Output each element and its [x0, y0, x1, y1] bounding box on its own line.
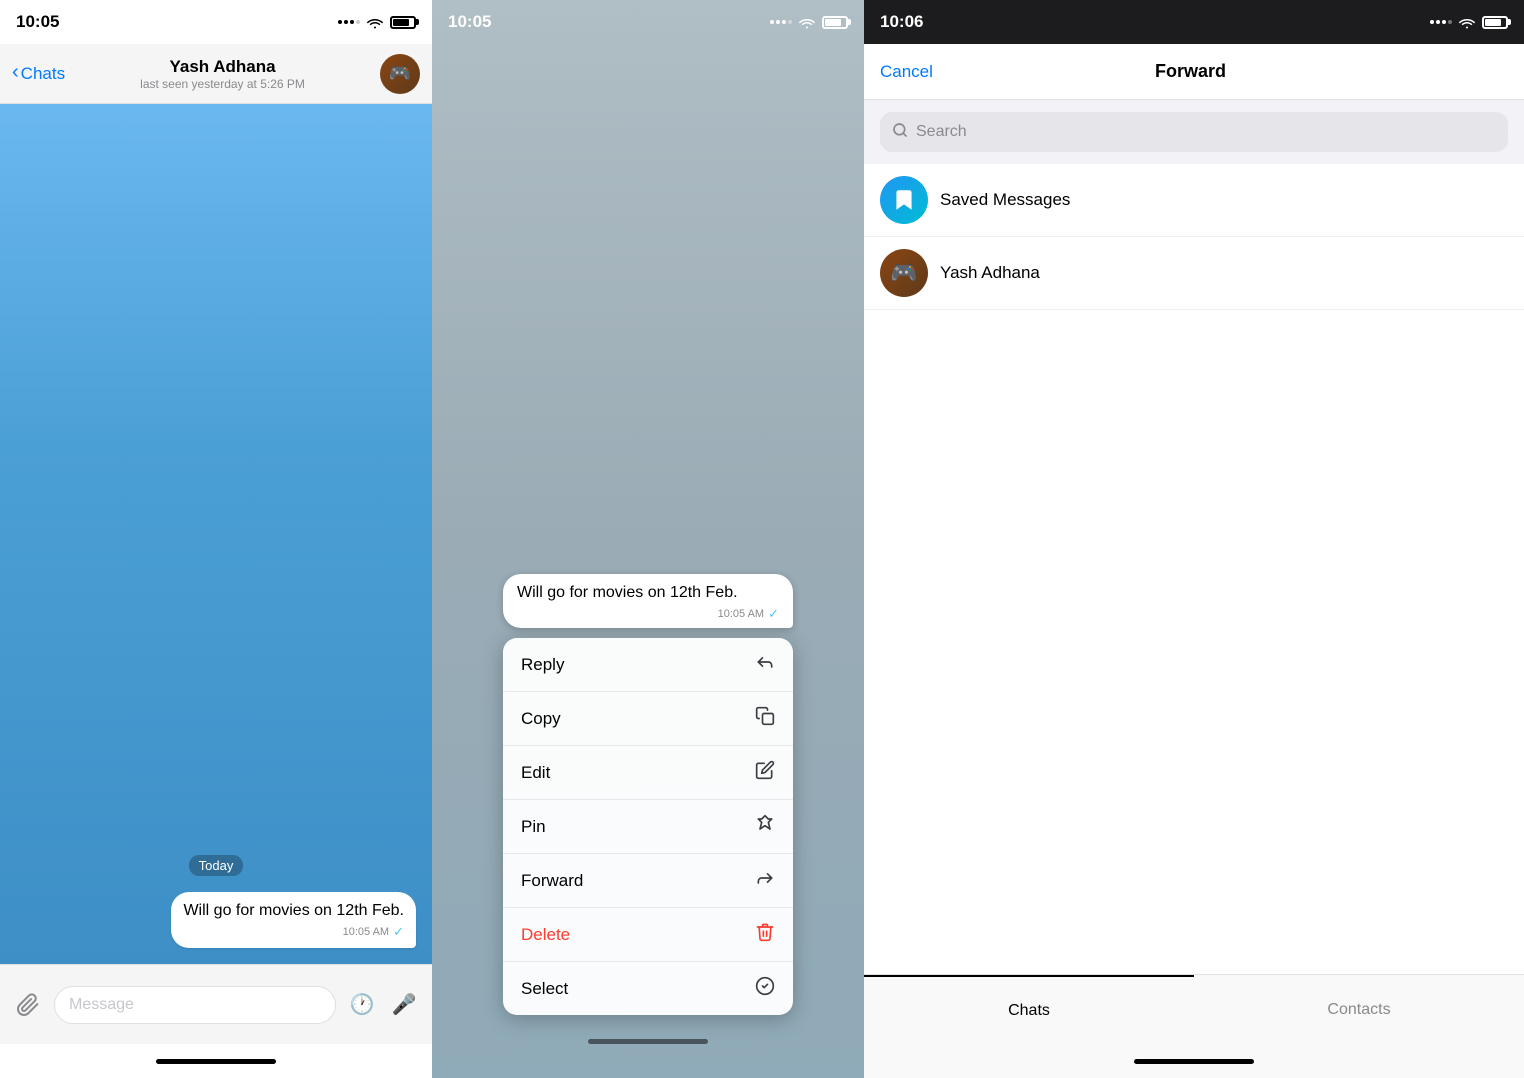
forward-icon [755, 868, 775, 893]
context-item-forward[interactable]: Forward [503, 854, 793, 908]
message-text: Will go for movies on 12th Feb. [183, 900, 404, 922]
battery-3 [1482, 16, 1508, 29]
trash-icon [755, 922, 775, 947]
chat-panel: 10:05 ‹ Chats Yash Adhana l [0, 0, 432, 1078]
select-label: Select [521, 979, 568, 999]
context-message-meta: 10:05 AM ✓ [517, 606, 779, 622]
input-bar: Message 🕐 🎤 [0, 964, 432, 1044]
chat-header: ‹ Chats Yash Adhana last seen yesterday … [0, 44, 432, 104]
context-menu: Reply Copy [503, 638, 793, 1015]
battery-2 [822, 16, 848, 29]
context-message-bubble: Will go for movies on 12th Feb. 10:05 AM… [503, 574, 793, 628]
home-bar-1 [156, 1059, 276, 1064]
signal-dots [338, 20, 360, 24]
home-indicator-1 [0, 1044, 432, 1078]
emoji-button[interactable]: 🕐 [346, 989, 378, 1021]
mic-button[interactable]: 🎤 [388, 989, 420, 1021]
message-bubble[interactable]: Will go for movies on 12th Feb. 10:05 AM… [171, 892, 416, 948]
contact-item-yash[interactable]: 🎮 Yash Adhana [864, 237, 1524, 310]
forward-content: Cancel Forward Search [864, 44, 1524, 1044]
message-tick-icon: ✓ [393, 924, 404, 940]
reply-icon [755, 652, 775, 677]
forward-panel: 10:06 Cancel Forward [864, 0, 1524, 1078]
signal-2 [770, 20, 792, 24]
pin-icon [755, 814, 775, 839]
context-item-select[interactable]: Select [503, 962, 793, 1015]
status-icons-3 [1430, 15, 1508, 29]
paperclip-icon [16, 993, 40, 1017]
context-message-text: Will go for movies on 12th Feb. [517, 584, 779, 602]
saved-messages-avatar [880, 176, 928, 224]
forward-title: Forward [1155, 61, 1226, 82]
search-icon [892, 122, 908, 143]
time-1: 10:05 [16, 12, 59, 32]
copy-label: Copy [521, 709, 561, 729]
contact-name: Yash Adhana [169, 57, 275, 77]
home-indicator-3 [864, 1044, 1524, 1078]
status-bar-3: 10:06 [864, 0, 1524, 44]
back-label: Chats [21, 64, 65, 84]
back-chevron-icon: ‹ [12, 61, 19, 84]
status-bar-2: 10:05 [432, 0, 864, 44]
copy-icon [755, 706, 775, 731]
context-item-pin[interactable]: Pin [503, 800, 793, 854]
tab-contacts[interactable]: Contacts [1194, 975, 1524, 1044]
contact-list: Saved Messages 🎮 Yash Adhana [864, 164, 1524, 974]
status-icons-2 [770, 15, 848, 29]
edit-label: Edit [521, 763, 550, 783]
date-divider: Today [16, 855, 416, 876]
select-icon [755, 976, 775, 1001]
attach-button[interactable] [12, 989, 44, 1021]
back-button[interactable]: ‹ Chats [12, 63, 65, 84]
tab-chats[interactable]: Chats [864, 975, 1194, 1044]
status-icons-1 [338, 15, 416, 29]
context-panel: 10:05 Will go for movies on 12th Feb. [432, 0, 864, 1078]
chat-header-center: Yash Adhana last seen yesterday at 5:26 … [73, 57, 372, 91]
message-placeholder: Message [69, 996, 134, 1014]
saved-messages-name: Saved Messages [940, 190, 1070, 210]
context-item-copy[interactable]: Copy [503, 692, 793, 746]
delete-label: Delete [521, 925, 570, 945]
message-time: 10:05 AM [343, 926, 389, 938]
pin-label: Pin [521, 817, 546, 837]
edit-icon [755, 760, 775, 785]
forward-header: Cancel Forward [864, 44, 1524, 100]
wifi-icon-3 [1458, 15, 1476, 29]
status-bar-1: 10:05 [0, 0, 432, 44]
messages-area: Today Will go for movies on 12th Feb. 10… [0, 104, 432, 964]
search-bar[interactable]: Search [880, 112, 1508, 152]
wifi-icon [366, 15, 384, 29]
cancel-button[interactable]: Cancel [880, 62, 933, 82]
context-message-time: 10:05 AM [718, 608, 764, 620]
contact-item-saved[interactable]: Saved Messages [864, 164, 1524, 237]
signal-3 [1430, 20, 1452, 24]
context-item-edit[interactable]: Edit [503, 746, 793, 800]
context-container: Will go for movies on 12th Feb. 10:05 AM… [503, 574, 793, 1015]
context-tick-icon: ✓ [768, 606, 779, 622]
forward-label: Forward [521, 871, 583, 891]
bookmark-icon [891, 187, 917, 213]
yash-name: Yash Adhana [940, 263, 1040, 283]
time-3: 10:06 [880, 12, 923, 32]
context-item-reply[interactable]: Reply [503, 638, 793, 692]
home-indicator-2 [588, 1039, 708, 1044]
wifi-icon-2 [798, 15, 816, 29]
message-meta: 10:05 AM ✓ [183, 924, 404, 940]
battery-icon [390, 16, 416, 29]
context-item-delete[interactable]: Delete [503, 908, 793, 962]
reply-label: Reply [521, 655, 564, 675]
time-2: 10:05 [448, 12, 491, 32]
search-placeholder: Search [916, 123, 967, 141]
bottom-tabs: Chats Contacts [864, 974, 1524, 1044]
yash-avatar: 🎮 [880, 249, 928, 297]
home-bar-3 [1134, 1059, 1254, 1064]
message-input[interactable]: Message [54, 986, 336, 1024]
date-label: Today [189, 855, 244, 876]
avatar[interactable]: 🎮 [380, 54, 420, 94]
contact-status: last seen yesterday at 5:26 PM [140, 77, 305, 91]
